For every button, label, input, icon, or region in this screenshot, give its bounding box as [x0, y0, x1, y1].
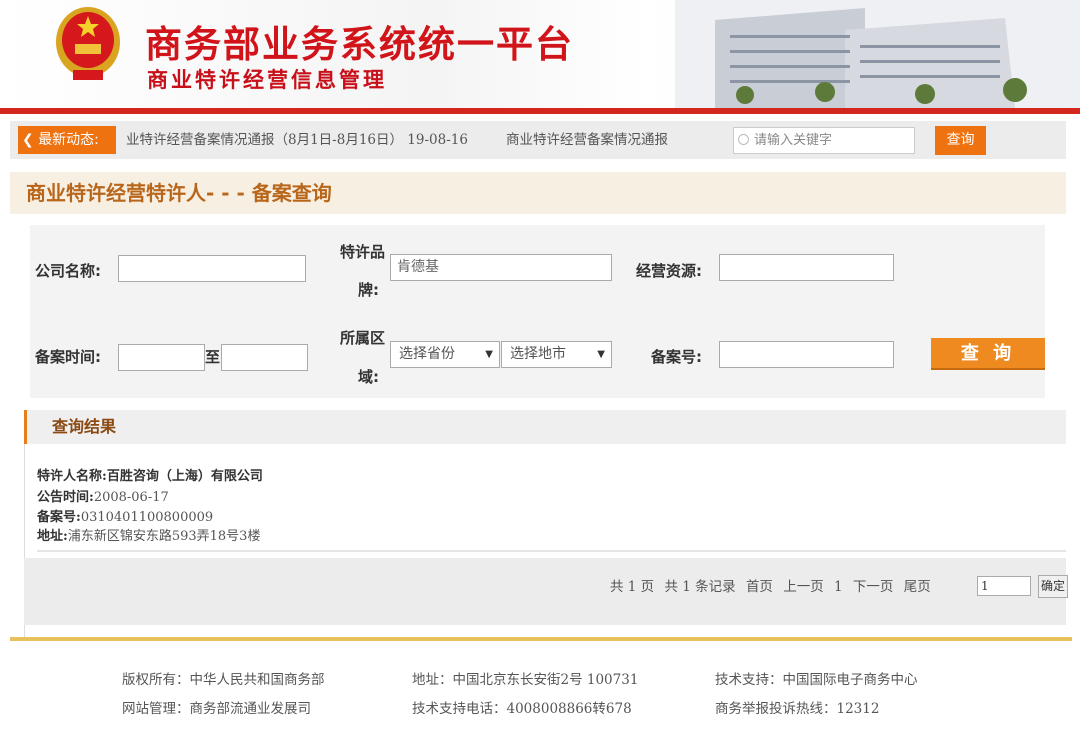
field-label: 公告时间:	[37, 490, 94, 505]
region-label: 所属区	[340, 329, 386, 347]
city-value: 选择地市	[510, 346, 566, 362]
news-item[interactable]: 业特许经营备案情况通报（8月1日-8月16日） 19-08-16	[126, 132, 468, 148]
announce-date: 2008-06-17	[93, 490, 169, 505]
news-label-text: 最新动态:	[38, 132, 99, 148]
query-button[interactable]: 查 询	[931, 338, 1045, 370]
keyword-search-input[interactable]: 请输入关键字	[733, 127, 915, 154]
resource-input[interactable]	[719, 254, 894, 281]
record-number-input[interactable]	[719, 341, 894, 368]
results-heading: 查询结果	[24, 410, 1066, 444]
date-from-input[interactable]	[118, 344, 205, 371]
province-select[interactable]: 选择省份 ▼	[390, 341, 500, 368]
page-title: 商业特许经营特许人- - - 备案查询	[10, 172, 1066, 214]
footer-site-admin: 网站管理：商务部流通业发展司	[122, 701, 311, 717]
company-name-label: 公司名称:	[35, 262, 101, 280]
confirm-page-button[interactable]: 确定	[1038, 575, 1068, 598]
province-value: 选择省份	[399, 346, 455, 362]
header-divider	[0, 108, 1080, 114]
brand-label: 特许品	[340, 243, 386, 261]
chevron-down-icon: ▼	[485, 349, 493, 360]
company-name-input[interactable]	[118, 255, 306, 282]
news-item[interactable]: 商业特许经营备案情况通报	[506, 132, 668, 148]
date-to-input[interactable]	[221, 344, 308, 371]
footer-copyright: 版权所有：中华人民共和国商务部	[122, 672, 325, 688]
page-number-input[interactable]: 1	[977, 576, 1031, 596]
result-franchisor-name: 特许人名称:百胜咨询（上海）有限公司	[37, 465, 263, 484]
field-label: 特许人名称:	[37, 469, 107, 484]
news-ticker[interactable]: 业特许经营备案情况通报（8月1日-8月16日） 19-08-16 商业特许经营备案…	[126, 126, 722, 154]
total-records: 共 1 条记录	[664, 579, 736, 595]
resource-label: 经营资源:	[636, 262, 702, 280]
next-page-link[interactable]: 下一页	[853, 579, 894, 595]
field-label: 备案号:	[37, 510, 81, 525]
last-page-link[interactable]: 尾页	[904, 579, 931, 595]
search-icon	[738, 134, 749, 145]
footer-divider	[10, 637, 1072, 641]
footer-tech-support: 技术支持：中国国际电子商务中心	[715, 672, 918, 688]
footer-support-phone: 技术支持电话：4008008866转678	[412, 701, 632, 717]
system-subtitle: 商业特许经营信息管理	[147, 68, 387, 92]
system-title: 商务部业务系统统一平台	[145, 23, 574, 66]
field-label: 地址:	[37, 529, 68, 544]
record-number-label: 备案号:	[651, 348, 702, 366]
pagination: 共 1 页 共 1 条记录 首页 上一页 1 下一页 尾页	[604, 575, 931, 595]
brand-input[interactable]: 肯德基	[390, 254, 612, 281]
footer-complaint-hotline: 商务举报投诉热线：12312	[715, 701, 880, 717]
prev-page-link[interactable]: 上一页	[783, 579, 824, 595]
brand-label-cont: 牌:	[358, 281, 379, 299]
franchisor-name: 百胜咨询（上海）有限公司	[106, 469, 263, 484]
result-announce-date: 公告时间:2008-06-17	[37, 486, 169, 505]
news-icon: ❮	[22, 132, 39, 148]
address: 浦东新区锦安东路593弄18号3楼	[67, 529, 261, 544]
date-to-label: 至	[205, 348, 221, 366]
current-page: 1	[834, 579, 843, 595]
latest-news-label: ❮ 最新动态:	[18, 126, 116, 154]
footer-address: 地址：中国北京东长安街2号 100731	[412, 672, 639, 688]
region-label-cont: 域:	[358, 368, 379, 386]
query-form	[30, 225, 1045, 398]
first-page-link[interactable]: 首页	[746, 579, 773, 595]
divider	[37, 550, 1066, 552]
search-button[interactable]: 查询	[935, 126, 986, 155]
chevron-down-icon: ▼	[597, 349, 605, 360]
record-date-label: 备案时间:	[35, 348, 101, 366]
city-select[interactable]: 选择地市 ▼	[501, 341, 612, 368]
result-address: 地址:浦东新区锦安东路593弄18号3楼	[37, 525, 260, 544]
total-pages: 共 1 页	[610, 579, 655, 595]
national-emblem-icon	[56, 7, 120, 80]
site-header: 商务部业务系统统一平台 商业特许经营信息管理	[0, 0, 1080, 108]
building-image	[675, 0, 1065, 108]
search-placeholder: 请输入关键字	[754, 133, 833, 148]
result-record-number: 备案号:0310401100800009	[37, 506, 213, 525]
record-number: 0310401100800009	[80, 510, 214, 525]
